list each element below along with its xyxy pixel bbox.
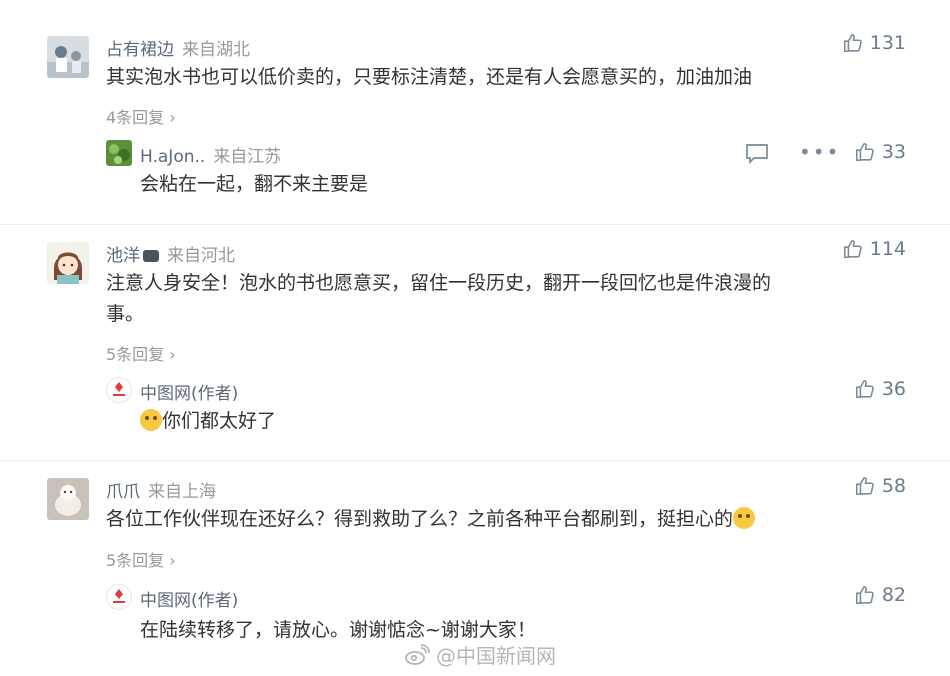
comment-header: 爪爪 来自上海 bbox=[106, 477, 216, 502]
reply-avatar[interactable] bbox=[106, 377, 132, 403]
vip-badge-icon bbox=[143, 250, 159, 262]
worried-emoji-icon bbox=[733, 507, 756, 529]
comment-header: 占有裙边 来自湖北 bbox=[106, 35, 250, 60]
reply-like-button[interactable]: 82 bbox=[854, 584, 906, 606]
thumbs-up-icon bbox=[855, 476, 874, 496]
like-count: 131 bbox=[869, 32, 906, 54]
like-button[interactable]: 114 bbox=[842, 238, 906, 260]
chevron-right-icon: › bbox=[164, 108, 176, 127]
reply-location: 来自江苏 bbox=[213, 147, 282, 167]
like-count: 114 bbox=[869, 238, 906, 260]
comment-text-row: 各位工作伙伴现在还好么？得到救助了么？之前各种平台都刷到，挺担心的 bbox=[106, 503, 756, 535]
watermark: @中国新闻网 bbox=[404, 640, 556, 669]
username[interactable]: 占有裙边 bbox=[106, 40, 174, 60]
reply-like-button[interactable]: 36 bbox=[854, 378, 906, 400]
comment-header: 池洋 来自河北 bbox=[106, 241, 235, 266]
divider bbox=[0, 460, 950, 461]
comment-text-line2: 事。 bbox=[106, 303, 145, 325]
thumbs-up-icon bbox=[855, 585, 874, 605]
location: 来自河北 bbox=[167, 246, 235, 266]
more-replies-link[interactable]: 4条回复 › bbox=[106, 104, 176, 128]
reply-username[interactable]: H.aJon.. bbox=[140, 147, 205, 167]
thumbs-up-icon bbox=[843, 239, 862, 259]
like-count: 36 bbox=[881, 378, 906, 400]
reply-text: 你们都太好了 bbox=[162, 410, 277, 432]
more-replies-link[interactable]: 5条回复 › bbox=[106, 341, 176, 365]
zhongtu-logo-icon bbox=[113, 589, 125, 603]
thumbs-up-icon bbox=[855, 142, 874, 162]
avatar[interactable] bbox=[47, 242, 89, 284]
thumbs-up-icon bbox=[843, 33, 862, 53]
zhongtu-logo-icon bbox=[113, 382, 125, 396]
like-button[interactable]: 58 bbox=[854, 475, 906, 497]
reply-header: H.aJon.. 来自江苏 bbox=[140, 142, 281, 167]
avatar[interactable] bbox=[47, 36, 89, 78]
username[interactable]: 池洋 bbox=[106, 246, 140, 266]
comment-text: 各位工作伙伴现在还好么？得到救助了么？之前各种平台都刷到，挺担心的 bbox=[106, 508, 734, 530]
chevron-right-icon: › bbox=[164, 551, 176, 570]
thumbs-up-icon bbox=[855, 379, 874, 399]
reply-text: 会粘在一起，翻不来主要是 bbox=[140, 173, 369, 195]
reply-username[interactable]: 中图网(作者) bbox=[140, 379, 238, 404]
weibo-logo-icon bbox=[405, 643, 430, 665]
more-replies-link[interactable]: 5条回复 › bbox=[106, 547, 176, 571]
watermark-text: @中国新闻网 bbox=[436, 644, 556, 668]
crying-emoji-icon bbox=[140, 409, 162, 431]
reply-username[interactable]: 中图网(作者) bbox=[140, 586, 238, 611]
reply-avatar[interactable] bbox=[106, 140, 132, 166]
divider bbox=[0, 224, 950, 225]
chevron-right-icon: › bbox=[164, 345, 176, 364]
like-count: 82 bbox=[881, 584, 906, 606]
like-count: 33 bbox=[881, 141, 906, 163]
like-count: 58 bbox=[881, 475, 906, 497]
comment-text-line1: 注意人身安全！泡水的书也愿意买，留住一段历史，翻开一段回忆也是件浪漫的 bbox=[106, 272, 772, 294]
like-button[interactable]: 131 bbox=[842, 32, 906, 54]
comment-icon[interactable] bbox=[745, 142, 769, 168]
comment-text: 其实泡水书也可以低价卖的，只要标注清楚，还是有人会愿意买的，加油加油 bbox=[106, 66, 753, 88]
username[interactable]: 爪爪 bbox=[106, 482, 140, 502]
reply-avatar[interactable] bbox=[106, 584, 132, 610]
reply-like-button[interactable]: 33 bbox=[854, 141, 906, 163]
more-options-icon[interactable]: ••• bbox=[799, 140, 840, 164]
location: 来自湖北 bbox=[182, 40, 250, 60]
reply-text-row: 你们都太好了 bbox=[140, 405, 276, 437]
avatar[interactable] bbox=[47, 478, 89, 520]
location: 来自上海 bbox=[148, 482, 216, 502]
